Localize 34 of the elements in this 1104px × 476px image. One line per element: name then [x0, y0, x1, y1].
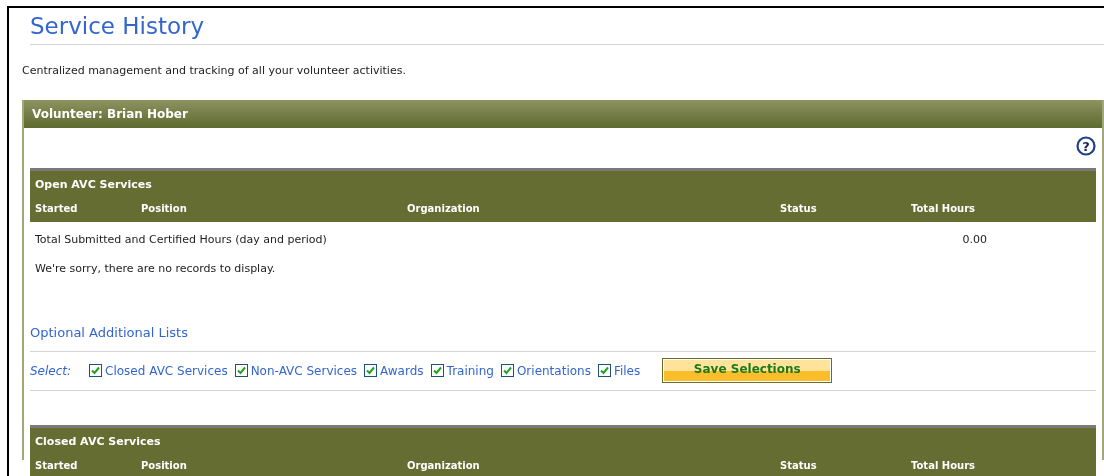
total-label: Total Submitted and Certified Hours (day and period) — [35, 232, 327, 248]
checkbox[interactable] — [430, 364, 444, 377]
select-label: Select: — [30, 362, 72, 380]
checkbox[interactable] — [234, 364, 248, 377]
checkbox[interactable] — [597, 364, 611, 377]
page-description: Centralized management and tracking of all your volunteer activities. — [22, 63, 406, 79]
column-header: Status — [780, 203, 817, 214]
section-title: Optional Additional Lists — [30, 324, 188, 342]
total-value: 0.00 — [961, 232, 987, 248]
checkbox-label[interactable]: Files — [613, 361, 641, 380]
column-header: Organization — [407, 460, 480, 471]
table-title: Open AVC Services — [34, 176, 153, 193]
checkbox[interactable] — [89, 364, 103, 377]
checkbox-label[interactable]: Awards — [380, 361, 424, 380]
panel-title: Volunteer: Brian Hober — [32, 105, 188, 123]
empty-message: We're sorry, there are no records to display. — [34, 260, 277, 277]
column-header: Position — [141, 203, 187, 214]
checkbox[interactable] — [500, 364, 514, 377]
column-header: Total Hours — [911, 460, 976, 471]
checkbox[interactable] — [364, 364, 378, 377]
page-title: Service History — [30, 12, 205, 40]
checkbox-label[interactable]: Training — [446, 361, 494, 380]
column-header: Started — [35, 460, 78, 471]
help-icon[interactable]: ? — [1076, 135, 1096, 156]
column-header: Status — [780, 460, 817, 471]
column-header: Position — [141, 460, 187, 471]
column-header: Organization — [407, 203, 480, 214]
checkbox-label[interactable]: Closed AVC Services — [105, 361, 228, 380]
column-header: Total Hours — [911, 203, 976, 214]
checkbox-label[interactable]: Orientations — [516, 361, 591, 380]
save-selections-button[interactable]: Save Selections — [662, 358, 833, 383]
checkbox-label[interactable]: Non-AVC Services — [250, 361, 358, 380]
table-title: Closed AVC Services — [34, 433, 162, 450]
column-header: Started — [35, 203, 78, 214]
